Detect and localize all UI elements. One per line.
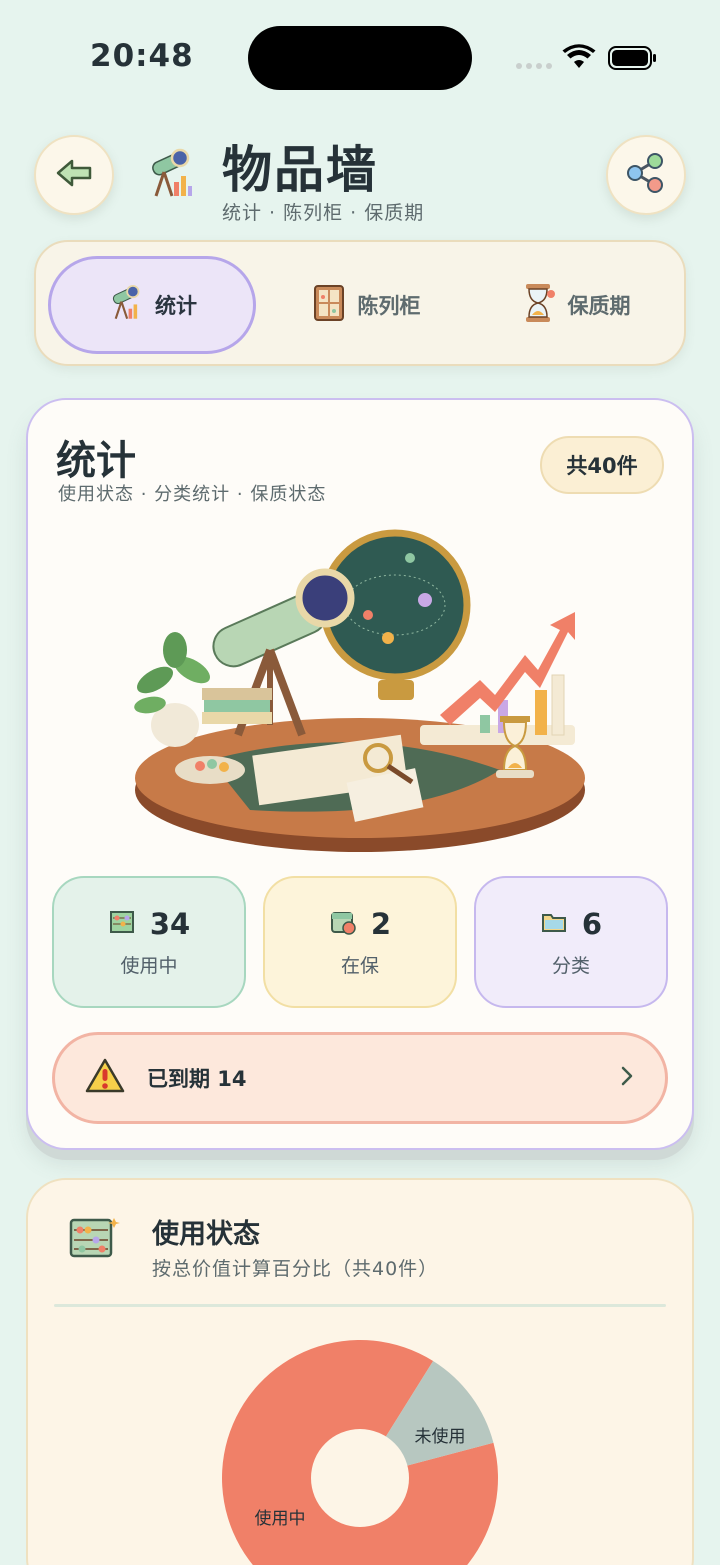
donut-hole xyxy=(311,1429,409,1527)
stats-card-title: 统计 xyxy=(56,438,136,484)
back-arrow-icon xyxy=(55,158,93,192)
wifi-icon xyxy=(562,44,596,74)
dynamic-island xyxy=(248,26,472,90)
stat-under-warranty[interactable]: 2 在保 xyxy=(263,876,457,1008)
abacus-icon xyxy=(108,908,136,940)
divider xyxy=(54,1304,666,1307)
warranty-calendar-icon xyxy=(329,908,357,940)
stat-categories[interactable]: 6 分类 xyxy=(474,876,668,1008)
abacus-icon xyxy=(66,1214,120,1268)
stat-value: 34 xyxy=(149,906,191,941)
stat-value: 6 xyxy=(581,906,603,941)
cabinet-icon xyxy=(312,283,346,328)
pie-label-1: 未使用 xyxy=(415,1426,466,1447)
telescope-chart-icon xyxy=(144,146,194,206)
share-button[interactable] xyxy=(606,135,686,215)
back-button[interactable] xyxy=(34,135,114,215)
warning-icon xyxy=(85,1058,125,1098)
tab-label: 保质期 xyxy=(567,294,631,318)
hourglass-icon xyxy=(522,282,556,329)
usage-card-subtitle: 按总价值计算百分比（共40件） xyxy=(152,1258,439,1280)
usage-pie-chart: 使用中 未使用 xyxy=(222,1340,498,1565)
signal-icon xyxy=(516,63,552,69)
status-time: 20:48 xyxy=(90,38,194,74)
total-count-badge: 共40件 xyxy=(540,436,664,494)
page-subtitle: 统计 · 陈列柜 · 保质期 xyxy=(222,202,425,224)
stat-label: 使用中 xyxy=(120,954,178,977)
pie-label-0: 使用中 xyxy=(255,1508,306,1529)
stats-illustration xyxy=(120,520,600,864)
tab-stats[interactable]: 统计 xyxy=(48,256,256,354)
tab-label: 统计 xyxy=(155,294,197,318)
stats-card-subtitle: 使用状态 · 分类统计 · 保质状态 xyxy=(58,484,327,505)
tab-shelf-life[interactable]: 保质期 xyxy=(476,256,676,354)
stat-value: 2 xyxy=(370,906,392,941)
telescope-chart-icon xyxy=(107,283,143,328)
stat-in-use[interactable]: 34 使用中 xyxy=(52,876,246,1008)
usage-card-title: 使用状态 xyxy=(152,1219,260,1250)
share-icon xyxy=(625,152,667,198)
tab-bar: 统计 陈列柜 保质期 xyxy=(34,240,686,366)
tab-display-cabinet[interactable]: 陈列柜 xyxy=(266,256,466,354)
stat-label: 在保 xyxy=(340,954,379,977)
tab-label: 陈列柜 xyxy=(357,294,421,318)
page-title: 物品墙 xyxy=(222,141,378,199)
expired-row[interactable]: 已到期 14 xyxy=(52,1032,668,1124)
stat-label: 分类 xyxy=(551,954,590,977)
folder-icon xyxy=(540,908,568,940)
battery-icon xyxy=(608,46,658,74)
chevron-right-icon xyxy=(619,1065,635,1091)
expired-label: 已到期 14 xyxy=(147,1067,247,1091)
